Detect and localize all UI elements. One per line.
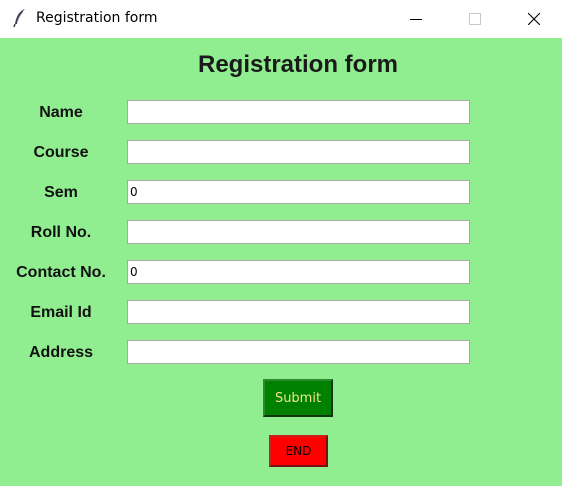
name-input[interactable] [127, 100, 470, 124]
close-button[interactable] [511, 0, 557, 38]
maximize-button[interactable] [452, 0, 498, 38]
roll-no-label: Roll No. [30, 224, 92, 241]
roll-no-input[interactable] [127, 220, 470, 244]
end-button[interactable]: END [269, 435, 328, 467]
contact-no-label: Contact No. [16, 264, 106, 281]
sem-label: Sem [44, 184, 78, 201]
name-label: Name [39, 104, 83, 121]
email-id-input[interactable] [127, 300, 470, 324]
minimize-icon [410, 19, 422, 20]
form-panel: Registration form Name Course Sem Roll N… [0, 38, 562, 486]
maximize-icon [469, 13, 481, 25]
email-id-label: Email Id [30, 304, 92, 321]
course-label: Course [33, 144, 89, 161]
close-icon [528, 13, 540, 25]
minimize-button[interactable] [393, 0, 439, 38]
address-input[interactable] [127, 340, 470, 364]
title-bar[interactable]: Registration form [0, 0, 562, 38]
form-heading: Registration form [197, 51, 398, 78]
window-title: Registration form [36, 10, 158, 26]
submit-button[interactable]: Submit [263, 379, 333, 417]
address-label: Address [28, 344, 94, 361]
sem-input[interactable] [127, 180, 470, 204]
course-input[interactable] [127, 140, 470, 164]
feather-icon [12, 8, 28, 28]
contact-no-input[interactable] [127, 260, 470, 284]
